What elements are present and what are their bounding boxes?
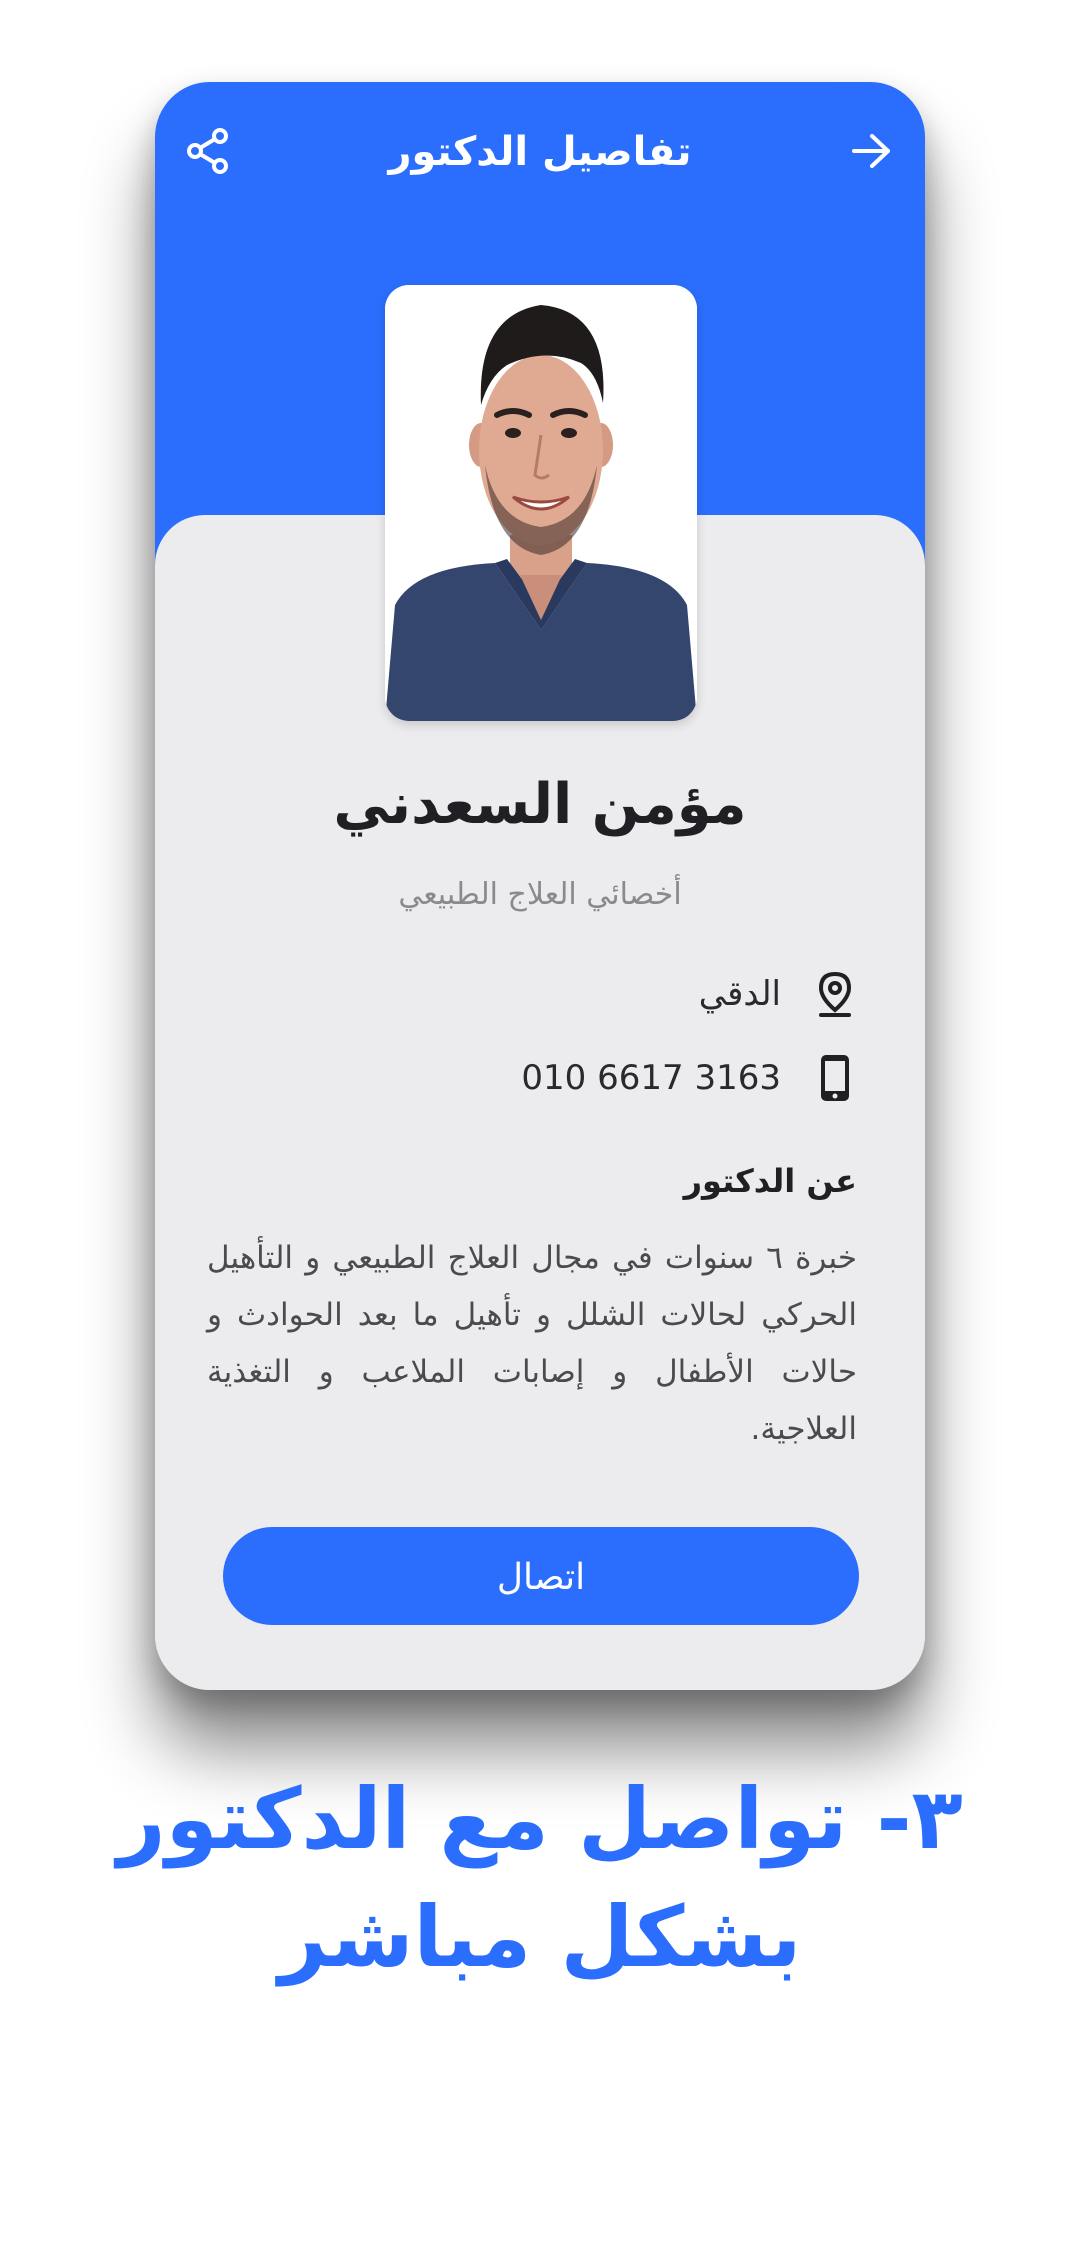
phone-screen: تفاصيل الدكتور مؤمن السعدني أخصائي العلا… [155,82,925,1690]
caption-line-2: بشكل مباشر [278,1888,802,1986]
doctor-photo [385,285,697,721]
arrow-right-icon [852,134,890,168]
about-title: عن الدكتور [683,1162,857,1200]
about-body: خبرة ٦ سنوات في مجال العلاج الطبيعي و ال… [207,1240,857,1447]
doctor-portrait-image [385,285,697,721]
doctor-specialty: أخصائي العلاج الطبيعي [398,877,682,912]
location-row: الدقي [699,964,855,1024]
promo-caption: ٣- تواصل مع الدكتور بشكل مباشر [40,1760,1040,1996]
doctor-name: مؤمن السعدني [333,772,747,837]
caption-line-1: ٣- تواصل مع الدكتور [117,1770,963,1868]
location-pin-icon [818,971,852,1017]
location-text: الدقي [698,974,781,1014]
call-button[interactable]: اتصال [223,1527,859,1625]
page-title: تفاصيل الدكتور [388,129,692,175]
mobile-phone-icon [821,1055,849,1101]
back-button[interactable] [837,116,907,186]
phone-row[interactable]: 010 6617 3163 [521,1048,855,1108]
phone-number: 010 6617 3163 [521,1058,781,1098]
